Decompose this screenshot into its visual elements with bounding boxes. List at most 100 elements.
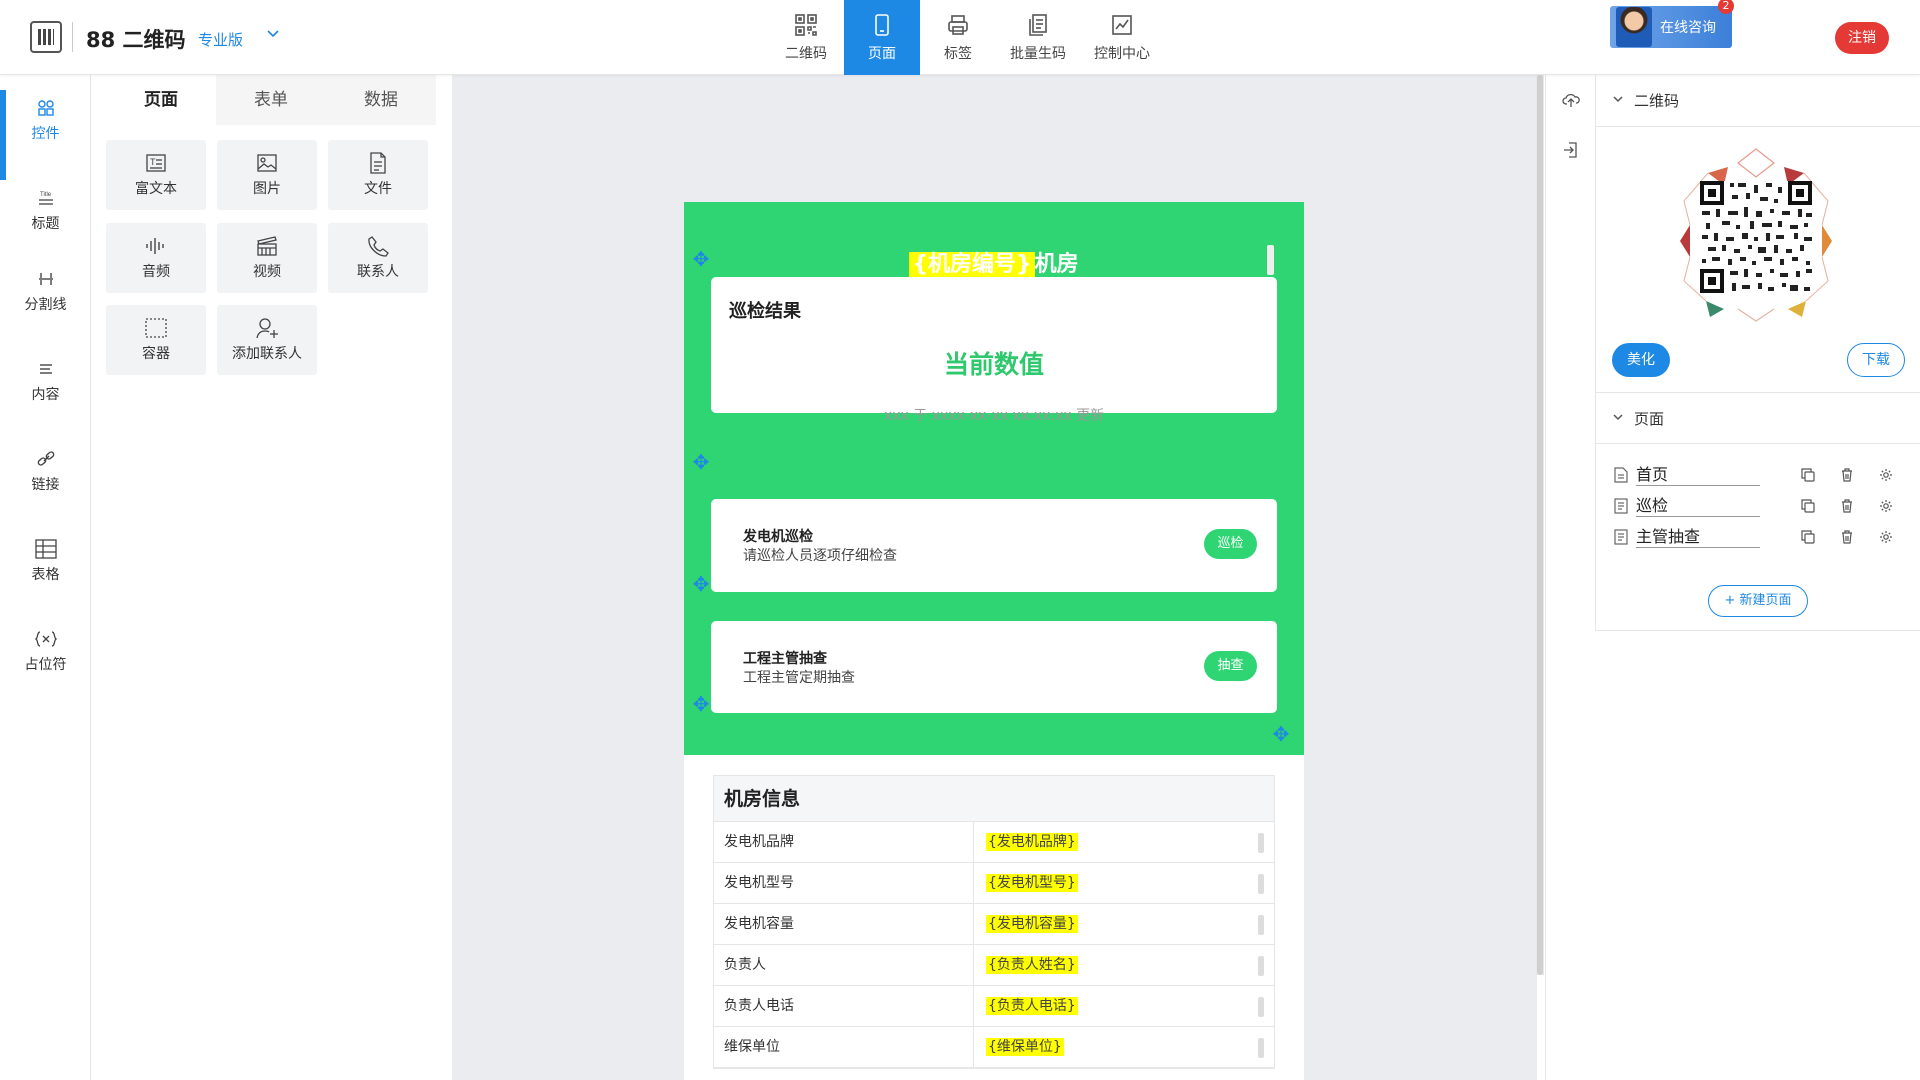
drag-handle[interactable] (1258, 956, 1264, 976)
tile-add-contact[interactable]: 添加联系人 (217, 305, 317, 375)
page-name[interactable]: 主管抽查 (1636, 527, 1760, 548)
tile-contact[interactable]: 联系人 (328, 223, 428, 293)
task-card[interactable]: 发电机巡检 请巡检人员逐项仔细检查 巡检 (711, 499, 1277, 592)
nav-page[interactable]: 页面 (844, 0, 920, 75)
nav-batch[interactable]: 批量生码 (996, 0, 1080, 75)
tab-page[interactable]: 页面 (106, 75, 216, 125)
trash-icon[interactable] (1838, 528, 1856, 546)
trash-icon[interactable] (1838, 466, 1856, 484)
copy-icon[interactable] (1799, 497, 1817, 515)
move-handle-icon[interactable]: ✥ (689, 692, 713, 716)
richtext-icon: T (145, 152, 167, 174)
phone-preview: {机房编号} 机房 ✥ 巡检结果 当前数值 xxx 于 xxxx-xx-xx xx… (684, 202, 1304, 1080)
canvas-scrollbar[interactable] (1536, 75, 1544, 975)
logout-button[interactable]: 注销 (1835, 22, 1889, 54)
copy-icon[interactable] (1799, 466, 1817, 484)
gear-icon[interactable] (1877, 466, 1895, 484)
table-row: 发电机型号 {发电机型号} (714, 863, 1274, 904)
nav-qrcode[interactable]: 二维码 (768, 0, 844, 75)
placeholder-value: {负责人电话} (986, 997, 1078, 1015)
beautify-button[interactable]: 美化 (1612, 343, 1670, 377)
move-handle-icon[interactable]: ✥ (1269, 722, 1293, 746)
edition-label[interactable]: 专业版 (198, 29, 243, 50)
title-suffix: 机房 (1034, 252, 1079, 277)
rail-label: 链接 (31, 477, 60, 493)
chart-icon (1109, 12, 1135, 38)
rail-item-placeholder[interactable]: 占位符 (0, 621, 91, 681)
drag-handle[interactable] (1258, 874, 1264, 894)
qr-code-image[interactable] (1666, 141, 1846, 331)
rail-item-content[interactable]: 内容 (0, 351, 91, 411)
new-page-button[interactable]: + 新建页面 (1708, 585, 1808, 617)
tile-file[interactable]: 文件 (328, 140, 428, 210)
section-title: 页面 (1634, 409, 1665, 428)
export-icon[interactable] (1560, 139, 1582, 161)
table-title: 机房信息 (714, 776, 1274, 822)
nav-label-print[interactable]: 标签 (920, 0, 996, 75)
placeholder-value: {发电机型号} (986, 874, 1078, 892)
file-icon (368, 152, 388, 174)
tab-form[interactable]: 表单 (216, 75, 326, 125)
rail-item-table[interactable]: 表格 (0, 531, 91, 591)
tile-container[interactable]: 容器 (106, 305, 206, 375)
app-logo-icon[interactable] (30, 21, 62, 53)
consult-label: 在线咨询 (1660, 20, 1716, 36)
app-title: 88 二维码 (86, 28, 186, 52)
room-info-table[interactable]: 机房信息 发电机品牌 {发电机品牌} 发电机型号 {发电机型号} 发电机容量 {… (713, 775, 1275, 1069)
gear-icon[interactable] (1877, 528, 1895, 546)
tile-richtext[interactable]: T 富文本 (106, 140, 206, 210)
move-handle-icon[interactable]: ✥ (689, 247, 713, 271)
spot-check-button[interactable]: 抽查 (1204, 651, 1257, 681)
qr-section-header[interactable]: 二维码 (1596, 75, 1920, 127)
pages-section-header[interactable]: 页面 (1596, 392, 1920, 444)
placeholder-value: {发电机品牌} (986, 833, 1078, 851)
drag-handle[interactable] (1258, 915, 1264, 935)
download-button[interactable]: 下载 (1847, 343, 1905, 377)
task-card[interactable]: 工程主管抽查 工程主管定期抽查 抽查 (711, 621, 1277, 713)
move-handle-icon[interactable]: ✥ (689, 572, 713, 596)
tab-data[interactable]: 数据 (326, 75, 436, 125)
trash-icon[interactable] (1838, 497, 1856, 515)
tile-image[interactable]: 图片 (217, 140, 317, 210)
page-item-home[interactable]: 首页 (1612, 463, 1912, 487)
drag-handle[interactable] (1258, 833, 1264, 853)
nav-control-center[interactable]: 控制中心 (1080, 0, 1164, 75)
drag-handle[interactable] (1258, 997, 1264, 1017)
gear-icon[interactable] (1877, 497, 1895, 515)
chevron-down-icon[interactable] (266, 26, 280, 44)
placeholder-icon (34, 628, 57, 650)
rail-label: 分割线 (24, 297, 67, 313)
table-row: 发电机品牌 {发电机品牌} (714, 822, 1274, 863)
upload-cloud-icon[interactable] (1560, 89, 1582, 111)
image-icon (256, 152, 278, 174)
rail-item-title[interactable]: Title 标题 (0, 180, 91, 240)
green-header-container[interactable]: {机房编号} 机房 ✥ 巡检结果 当前数值 xxx 于 xxxx-xx-xx xx… (684, 202, 1304, 755)
rail-item-controls[interactable]: 控件 (0, 90, 91, 180)
result-card[interactable]: 巡检结果 当前数值 xxx 于 xxxx-xx-xx xx:xx:xx 更新 (711, 277, 1277, 424)
add-contact-icon (255, 317, 279, 339)
rail-label: 标题 (31, 216, 60, 232)
task-desc: 请巡检人员逐项仔细检查 (743, 548, 897, 564)
page-name[interactable]: 首页 (1636, 465, 1760, 486)
nav-label: 页面 (868, 46, 896, 62)
inspect-button[interactable]: 巡检 (1204, 529, 1257, 559)
online-consult-button[interactable]: 在线咨询 2 (1610, 0, 1734, 48)
page-title[interactable]: {机房编号} 机房 (684, 246, 1304, 278)
svg-text:Title: Title (40, 192, 52, 198)
tile-video[interactable]: 视频 (217, 223, 317, 293)
right-tool-strip (1545, 75, 1595, 1080)
panel-tabs: 页面 表单 数据 (106, 75, 436, 125)
page-item-supervisor-check[interactable]: 主管抽查 (1612, 525, 1912, 549)
tile-label: 容器 (142, 346, 170, 362)
drag-handle[interactable] (1258, 1038, 1264, 1058)
chevron-down-icon (1612, 93, 1624, 108)
rail-item-divider[interactable]: 分割线 (0, 261, 91, 321)
rail-item-link[interactable]: 链接 (0, 441, 91, 501)
table-row: 发电机容量 {发电机容量} (714, 904, 1274, 945)
move-handle-icon[interactable]: ✥ (689, 450, 713, 474)
drag-handle[interactable] (1267, 245, 1274, 275)
page-item-inspection[interactable]: 巡检 (1612, 494, 1912, 518)
page-name[interactable]: 巡检 (1636, 496, 1760, 517)
tile-audio[interactable]: 音频 (106, 223, 206, 293)
copy-icon[interactable] (1799, 528, 1817, 546)
